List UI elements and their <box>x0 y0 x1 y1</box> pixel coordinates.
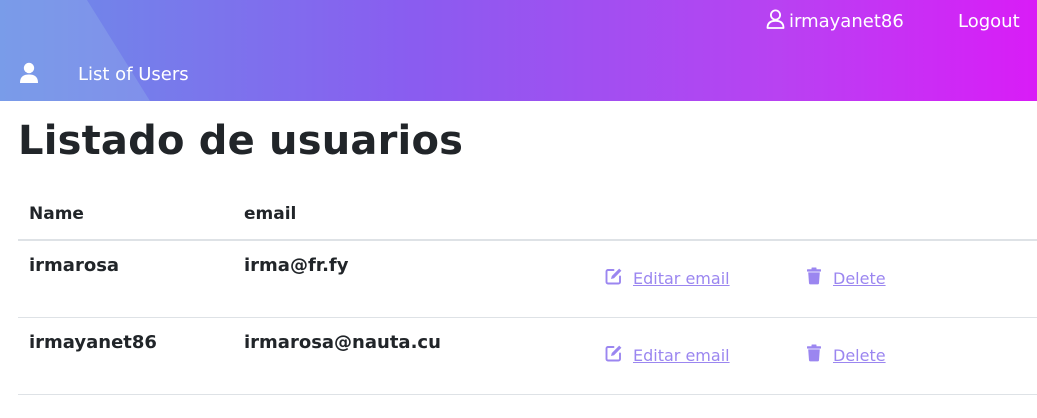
user-email-cell: irmarosa@nauta.cu <box>244 332 441 353</box>
delete-button[interactable]: Delete <box>805 267 886 289</box>
column-header-name: Name <box>29 204 84 224</box>
nav-list-of-users-link[interactable]: List of Users <box>78 62 189 86</box>
edit-email-button[interactable]: Editar email <box>605 344 730 366</box>
trash-icon <box>805 267 823 289</box>
user-outline-icon <box>766 9 785 34</box>
delete-label: Delete <box>833 345 886 365</box>
current-user-link[interactable]: irmayanet86 <box>766 8 904 34</box>
user-email-cell: irma@fr.fy <box>244 255 349 276</box>
user-name-cell: irmarosa <box>29 255 120 276</box>
edit-icon <box>605 267 623 289</box>
users-table: Name email irmarosa irma@fr.fy Editar em… <box>18 190 1037 395</box>
table-row: irmarosa irma@fr.fy Editar email Delete <box>18 241 1037 318</box>
delete-label: Delete <box>833 268 886 288</box>
table-row: irmayanet86 irmarosa@nauta.cu Editar ema… <box>18 318 1037 395</box>
edit-email-button[interactable]: Editar email <box>605 267 730 289</box>
logout-link[interactable]: Logout <box>958 8 1020 34</box>
edit-email-label: Editar email <box>633 345 730 365</box>
page-title: Listado de usuarios <box>18 118 464 164</box>
table-header-row: Name email <box>18 190 1037 241</box>
edit-email-label: Editar email <box>633 268 730 288</box>
column-header-email: email <box>244 204 297 224</box>
user-name-cell: irmayanet86 <box>29 332 157 353</box>
trash-icon <box>805 344 823 366</box>
edit-icon <box>605 344 623 366</box>
current-username: irmayanet86 <box>789 10 904 32</box>
delete-button[interactable]: Delete <box>805 344 886 366</box>
user-solid-icon <box>19 62 39 84</box>
navbar: List of Users irmayanet86 Logout <box>0 0 1037 101</box>
